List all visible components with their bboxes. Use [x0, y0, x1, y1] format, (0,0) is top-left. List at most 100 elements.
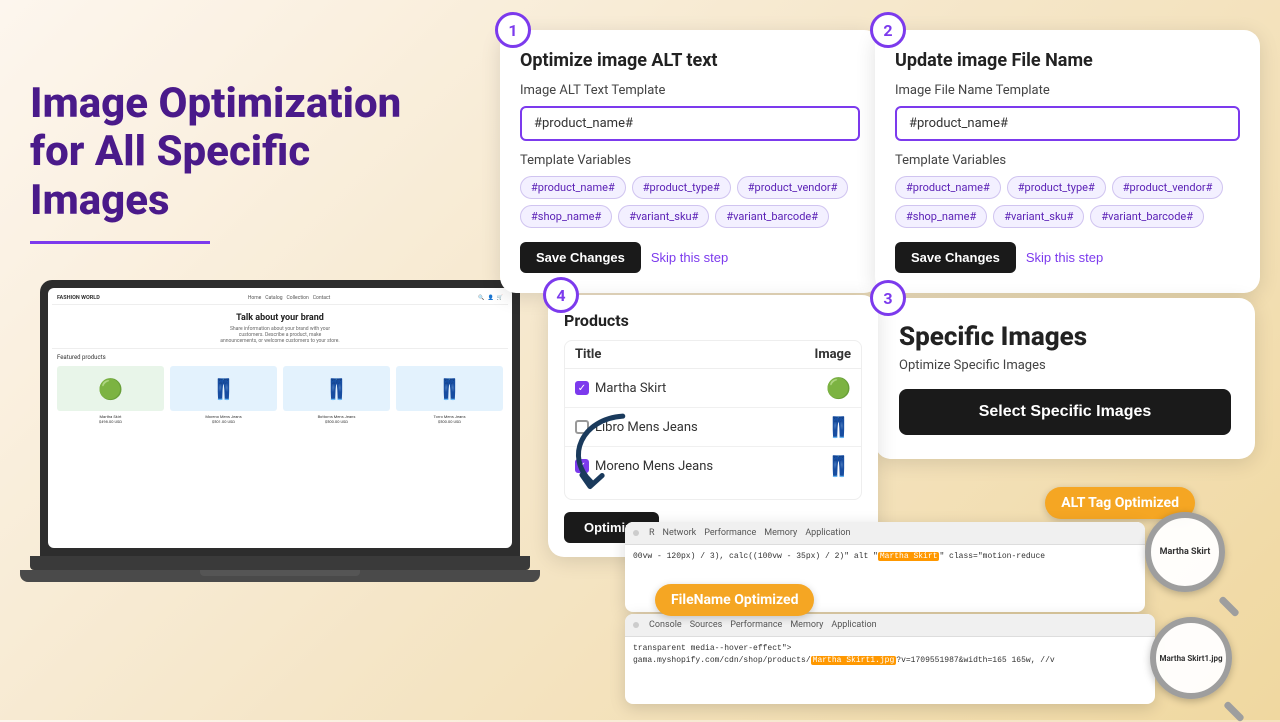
step1-actions: Save Changes Skip this step	[520, 242, 860, 273]
step3-title: Specific Images	[899, 322, 1231, 352]
checkbox-checked[interactable]: ✓	[575, 381, 589, 395]
scr-dot	[633, 530, 639, 536]
scr-bottom-tabs: Console Sources Performance Memory Appli…	[649, 618, 877, 632]
template-var[interactable]: #product_vendor#	[737, 176, 849, 199]
scr-bottombar: Console Sources Performance Memory Appli…	[625, 614, 1155, 637]
template-var[interactable]: #shop_name#	[895, 205, 987, 228]
shop-nav-links: Home Catalog Collection Contact	[248, 295, 330, 301]
scr-bottom-content: transparent media--hover-effect"> gama.m…	[625, 637, 1155, 673]
col-title: Title	[565, 341, 783, 369]
product-image: 👖	[396, 366, 503, 411]
screenshots-area: ALT Tag Optimized R Network Performance …	[625, 502, 1225, 712]
scr-topbar: R Network Performance Memory Application	[625, 522, 1145, 545]
laptop-mockup: FASHION WORLD Home Catalog Collection Co…	[20, 280, 540, 582]
product-row-1: ✓ Martha Skirt	[575, 381, 773, 396]
search-icon: 🔍	[478, 295, 484, 301]
template-var[interactable]: #variant_sku#	[618, 205, 709, 228]
shop-hero-desc: Share information about your brand with …	[220, 326, 340, 344]
tab-sources[interactable]: Sources	[690, 618, 723, 632]
product-image: 👖	[283, 366, 390, 411]
template-var[interactable]: #variant_barcode#	[1090, 205, 1204, 228]
laptop-screen-content: FASHION WORLD Home Catalog Collection Co…	[48, 288, 512, 433]
magnifier-top: Martha Skirt	[1145, 512, 1235, 602]
template-var[interactable]: #product_vendor#	[1112, 176, 1224, 199]
magnifier-handle	[1218, 596, 1240, 618]
tab-performance[interactable]: Performance	[730, 618, 782, 632]
step1-skip-button[interactable]: Skip this step	[651, 250, 728, 265]
step2-actions: Save Changes Skip this step	[895, 242, 1240, 273]
tab-network[interactable]: Network	[663, 526, 697, 540]
template-var[interactable]: #variant_sku#	[993, 205, 1084, 228]
magnifier-handle-bottom	[1223, 701, 1245, 722]
select-specific-images-button[interactable]: Select Specific Images	[899, 389, 1231, 435]
shop-nav: FASHION WORLD Home Catalog Collection Co…	[52, 292, 508, 305]
template-var[interactable]: #shop_name#	[520, 205, 612, 228]
step1-title: Optimize image ALT text	[520, 50, 860, 71]
product-image: 👖	[170, 366, 277, 411]
product-price: $500.00 USD	[396, 419, 503, 424]
bottom-screenshot: Console Sources Performance Memory Appli…	[625, 614, 1155, 704]
laptop-screen-outer: FASHION WORLD Home Catalog Collection Co…	[40, 280, 520, 556]
shop-nav-icons: 🔍 👤 🛒	[478, 295, 503, 301]
step2-filename-label: Image File Name Template	[895, 83, 1240, 98]
step2-title: Update image File Name	[895, 50, 1240, 71]
martha-skirt-jpg-highlight: Martha Skirt1.jpg	[811, 656, 897, 665]
step2-card: 2 Update image File Name Image File Name…	[875, 30, 1260, 293]
shop-logo: FASHION WORLD	[57, 295, 100, 301]
scr-dot	[633, 622, 639, 628]
magnified-text-bottom: Martha Skirt1.jpg	[1159, 654, 1222, 663]
template-var[interactable]: #product_name#	[895, 176, 1001, 199]
tab-performance[interactable]: Performance	[704, 526, 756, 540]
tab-console[interactable]: Console	[649, 618, 682, 632]
scr-tabs: R Network Performance Memory Application	[649, 526, 851, 540]
user-icon: 👤	[488, 295, 494, 301]
step1-badge: 1	[495, 12, 531, 48]
list-item: 👖 Moreno Mens Jeans $501.00 USD	[170, 366, 277, 424]
tab-r[interactable]: R	[649, 526, 655, 540]
step1-alt-input[interactable]: #product_name#	[520, 106, 860, 141]
step3-card: 3 Specific Images Optimize Specific Imag…	[875, 298, 1255, 459]
step2-save-button[interactable]: Save Changes	[895, 242, 1016, 273]
step1-vars-label: Template Variables	[520, 153, 860, 168]
main-title: Image Optimization for All Specific Imag…	[30, 80, 450, 225]
product-price: $501.00 USD	[170, 419, 277, 424]
step2-skip-button[interactable]: Skip this step	[1026, 250, 1103, 265]
product-image-icon: 👖	[826, 454, 851, 478]
step2-vars-label: Template Variables	[895, 153, 1240, 168]
step1-vars: #product_name# #product_type# #product_v…	[520, 176, 860, 228]
template-var[interactable]: #product_name#	[520, 176, 626, 199]
list-item: 👖 Torro Mens Jeans $500.00 USD	[396, 366, 503, 424]
tab-memory[interactable]: Memory	[764, 526, 797, 540]
step2-vars: #product_name# #product_type# #product_v…	[895, 176, 1240, 228]
step3-badge: 3	[870, 280, 906, 316]
step4-title: Products	[564, 311, 862, 330]
laptop-screen-inner: FASHION WORLD Home Catalog Collection Co…	[48, 288, 512, 548]
tab-application[interactable]: Application	[831, 618, 876, 632]
step3-subtitle: Optimize Specific Images	[899, 358, 1231, 373]
cart-icon: 🛒	[497, 295, 503, 301]
list-item: 🟢 Martha Skirt $498.00 USD	[57, 366, 164, 424]
tab-memory[interactable]: Memory	[790, 618, 823, 632]
step2-badge: 2	[870, 12, 906, 48]
product-image-icon: 🟢	[826, 376, 851, 400]
left-section: Image Optimization for All Specific Imag…	[30, 80, 450, 274]
template-var[interactable]: #product_type#	[632, 176, 731, 199]
magnified-text-top: Martha Skirt	[1160, 547, 1211, 557]
product-image-icon: 👖	[826, 415, 851, 439]
list-item: 👖 Bottoms Mens Jeans $500.00 USD	[283, 366, 390, 424]
template-var[interactable]: #product_type#	[1007, 176, 1106, 199]
step2-filename-input[interactable]: #product_name#	[895, 106, 1240, 141]
shop-hero-title: Talk about your brand	[56, 313, 504, 323]
scr-top-content: 00vw - 120px) / 3), calc((100vw - 35px) …	[625, 545, 1145, 569]
step1-alt-label: Image ALT Text Template	[520, 83, 860, 98]
product-image: 🟢	[57, 366, 164, 411]
step1-card: 1 Optimize image ALT text Image ALT Text…	[500, 30, 880, 293]
laptop-base	[30, 556, 530, 570]
product-price: $500.00 USD	[283, 419, 390, 424]
step1-save-button[interactable]: Save Changes	[520, 242, 641, 273]
product-name: Martha Skirt	[595, 381, 666, 396]
col-image: Image	[783, 341, 861, 369]
filename-badge: FileName Optimized	[655, 584, 814, 616]
template-var[interactable]: #variant_barcode#	[715, 205, 829, 228]
tab-application[interactable]: Application	[805, 526, 850, 540]
